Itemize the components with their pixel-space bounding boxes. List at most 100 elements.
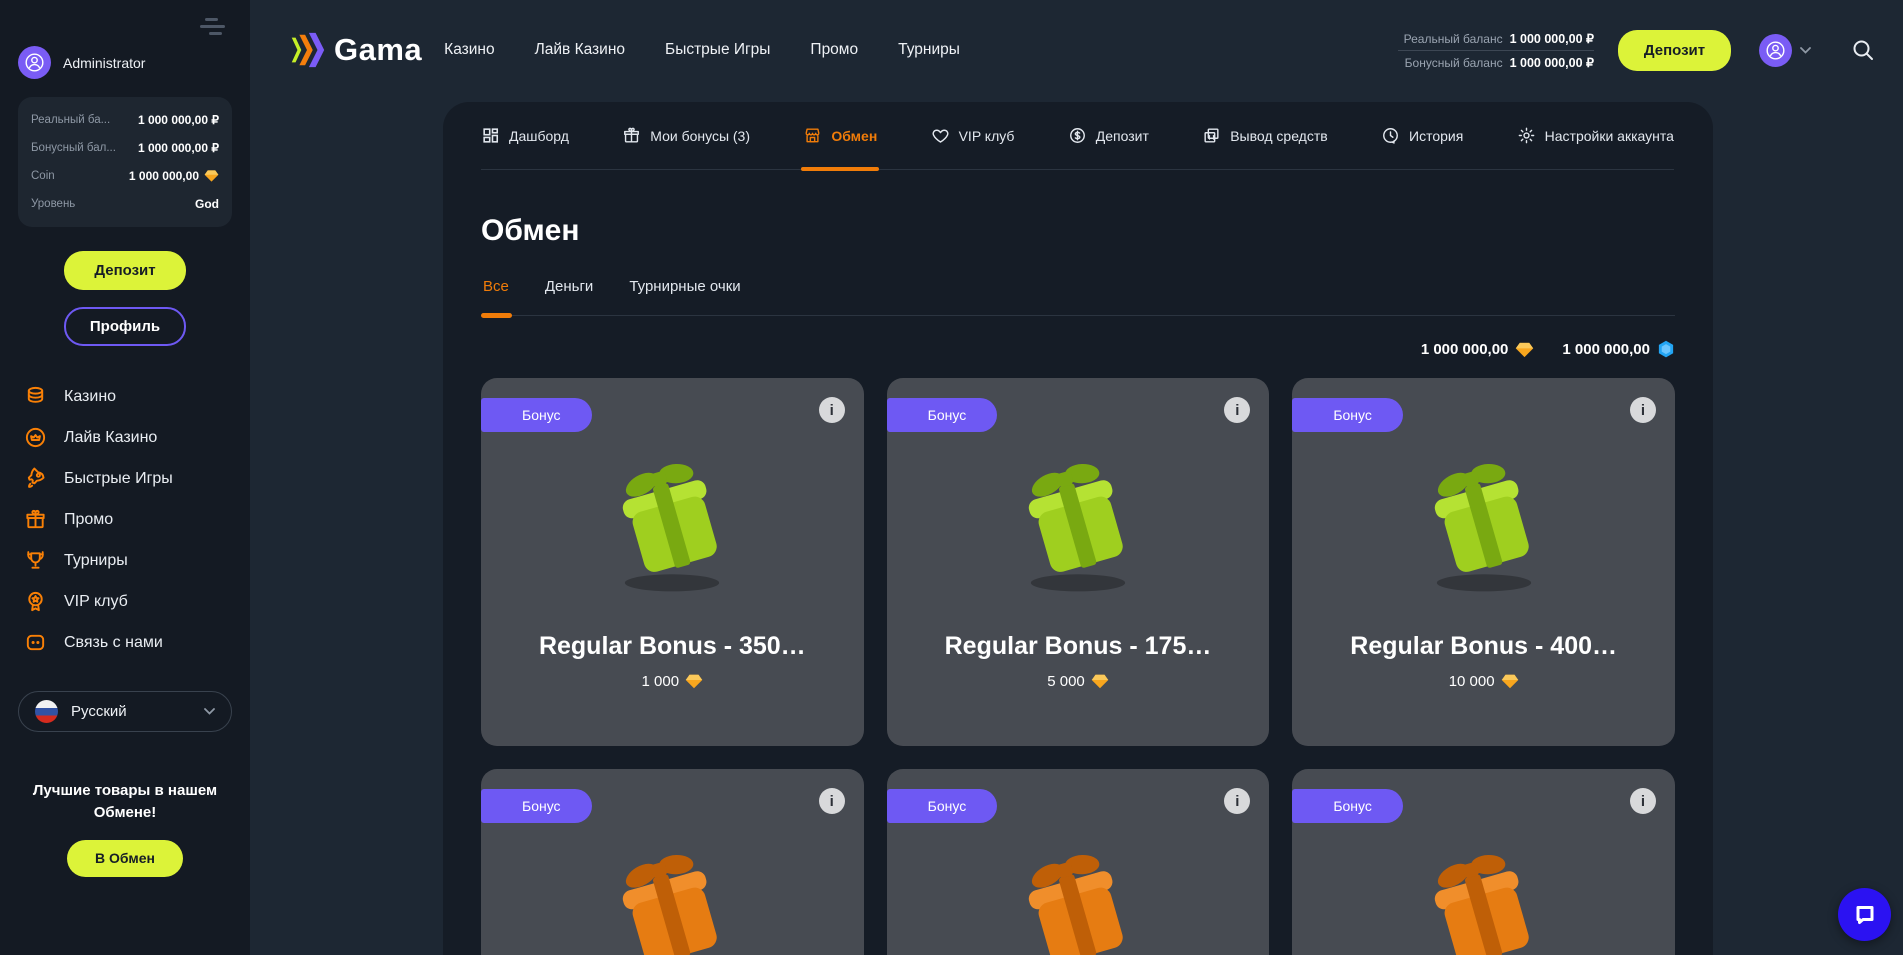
gift-icon <box>622 126 641 145</box>
casino-coins-icon <box>24 385 47 408</box>
sidebar-item-vip[interactable]: VIP клуб <box>18 581 232 622</box>
withdraw-banknotes-icon <box>1202 126 1221 145</box>
sidebar-item-label: Лайв Казино <box>64 429 157 447</box>
history-clock-icon <box>1381 126 1400 145</box>
balance-value: 1 000 000,00 ₽ <box>1510 31 1594 46</box>
logo-chevrons-icon <box>286 30 328 70</box>
tab-vip-club[interactable]: VIP клуб <box>931 102 1015 169</box>
tab-label: Вывод средств <box>1230 128 1328 144</box>
bonus-price: 10 000 <box>1449 673 1519 690</box>
sidebar-item-tournaments[interactable]: Турниры <box>18 540 232 581</box>
account-tabs: Дашборд Мои бонусы (3) Обмен VIP клуб Де… <box>481 102 1674 170</box>
header-balance-bonus: Бонусный баланс 1 000 000,00 ₽ <box>1398 51 1594 74</box>
sidebar: Administrator Реальный ба... 1 000 000,0… <box>0 0 250 955</box>
chat-widget-button[interactable] <box>1838 888 1891 941</box>
sidebar-item-quick-games[interactable]: Быстрые Игры <box>18 458 232 499</box>
bonus-card[interactable]: Бонус i <box>887 769 1270 955</box>
sidebar-profile-button[interactable]: Профиль <box>64 307 186 346</box>
sidebar-deposit-button[interactable]: Депозит <box>64 251 186 290</box>
gem-orange-icon <box>1515 341 1534 359</box>
tab-my-bonuses[interactable]: Мои бонусы (3) <box>622 102 750 169</box>
balance-row-coin: Coin 1 000 000,00 <box>31 162 219 190</box>
sidebar-user[interactable]: Administrator <box>18 46 232 79</box>
user-icon <box>25 53 44 72</box>
bonus-badge: Бонус <box>1292 789 1403 823</box>
gama-logo[interactable]: Gama <box>286 30 422 70</box>
sidebar-item-label: Турниры <box>64 552 128 570</box>
sidebar-item-label: Связь с нами <box>64 634 163 652</box>
top-nav: Казино Лайв Казино Быстрые Игры Промо Ту… <box>444 41 960 59</box>
language-label: Русский <box>71 703 191 720</box>
balance-row-bonus: Бонусный бал... 1 000 000,00 ₽ <box>31 134 219 162</box>
gift-image <box>597 841 747 955</box>
gift-image <box>1409 841 1559 955</box>
contact-chat-icon <box>24 631 47 654</box>
tab-withdraw[interactable]: Вывод средств <box>1202 102 1328 169</box>
tab-deposit[interactable]: Депозит <box>1068 102 1149 169</box>
gem-orange-icon <box>1091 673 1109 690</box>
tab-label: Депозит <box>1096 128 1149 144</box>
gem-orange-icon <box>204 169 219 183</box>
filter-tab-money[interactable]: Деньги <box>543 274 595 315</box>
gem-orange-icon <box>1501 673 1519 690</box>
tab-history[interactable]: История <box>1381 102 1463 169</box>
to-exchange-button[interactable]: В Обмен <box>67 840 183 877</box>
filter-tab-all[interactable]: Все <box>481 274 511 315</box>
tab-dashboard[interactable]: Дашборд <box>481 102 569 169</box>
sidebar-item-label: Быстрые Игры <box>64 470 173 488</box>
filter-tab-tournament-points[interactable]: Турнирные очки <box>627 274 742 315</box>
bonus-price: 1 000 <box>642 673 704 690</box>
info-icon[interactable]: i <box>819 397 845 423</box>
tab-exchange[interactable]: Обмен <box>803 102 877 169</box>
heart-icon <box>931 126 950 145</box>
account-menu[interactable] <box>1759 34 1811 67</box>
bonus-card[interactable]: Бонус i <box>481 769 864 955</box>
header-deposit-button[interactable]: Депозит <box>1618 30 1731 71</box>
bonus-card[interactable]: Бонус i Regular Bonus - 400… 10 000 <box>1292 378 1675 746</box>
deposit-coin-icon <box>1068 126 1087 145</box>
live-casino-crown-icon <box>24 426 47 449</box>
menu-toggle-icon[interactable] <box>200 14 226 39</box>
exchange-content: Обмен Все Деньги Турнирные очки 1 000 00… <box>443 214 1713 955</box>
sidebar-item-casino[interactable]: Казино <box>18 376 232 417</box>
nav-casino[interactable]: Казино <box>444 41 494 59</box>
tab-label: VIP клуб <box>959 128 1015 144</box>
bonus-card[interactable]: Бонус i Regular Bonus - 175… 5 000 <box>887 378 1270 746</box>
bonus-badge: Бонус <box>887 789 998 823</box>
bonus-card[interactable]: Бонус i <box>1292 769 1675 955</box>
bonus-card[interactable]: Бонус i Regular Bonus - 350… 1 000 <box>481 378 864 746</box>
info-icon[interactable]: i <box>1224 397 1250 423</box>
balance-value: God <box>195 197 219 211</box>
tab-account-settings[interactable]: Настройки аккаунта <box>1517 102 1674 169</box>
bonus-badge: Бонус <box>1292 398 1403 432</box>
avatar <box>1759 34 1792 67</box>
balance-value: 1 000 000,00 ₽ <box>138 113 219 127</box>
tab-label: Настройки аккаунта <box>1545 128 1674 144</box>
tab-label: Обмен <box>831 128 877 144</box>
info-icon[interactable]: i <box>819 788 845 814</box>
gem-orange-icon <box>685 673 703 690</box>
nav-live-casino[interactable]: Лайв Казино <box>535 41 625 59</box>
tab-label: Мои бонусы (3) <box>650 128 750 144</box>
sidebar-item-contact[interactable]: Связь с нами <box>18 622 232 663</box>
info-icon[interactable]: i <box>1630 397 1656 423</box>
info-icon[interactable]: i <box>1630 788 1656 814</box>
nav-tournaments[interactable]: Турниры <box>898 41 960 59</box>
nav-promo[interactable]: Промо <box>810 41 858 59</box>
sidebar-item-promo[interactable]: Промо <box>18 499 232 540</box>
balance-value: 1 000 000,00 <box>129 169 219 183</box>
language-selector[interactable]: Русский <box>18 691 232 732</box>
sidebar-promo-text: Лучшие товары в нашем Обмене! <box>18 780 232 824</box>
gem-blue-icon <box>1657 340 1675 359</box>
search-icon[interactable] <box>1851 38 1875 62</box>
balance-value: 1 000 000,00 ₽ <box>138 141 219 155</box>
tournaments-trophy-icon <box>24 549 47 572</box>
main-panel: Дашборд Мои бонусы (3) Обмен VIP клуб Де… <box>443 102 1713 955</box>
info-icon[interactable]: i <box>1224 788 1250 814</box>
chat-bubble-icon <box>1852 902 1878 928</box>
balance-label: Реальный баланс <box>1404 32 1503 46</box>
sidebar-item-live-casino[interactable]: Лайв Казино <box>18 417 232 458</box>
wallet-row: 1 000 000,00 1 000 000,00 <box>481 340 1675 359</box>
nav-quick-games[interactable]: Быстрые Игры <box>665 41 770 59</box>
bonus-title: Regular Bonus - 350… <box>539 632 806 661</box>
